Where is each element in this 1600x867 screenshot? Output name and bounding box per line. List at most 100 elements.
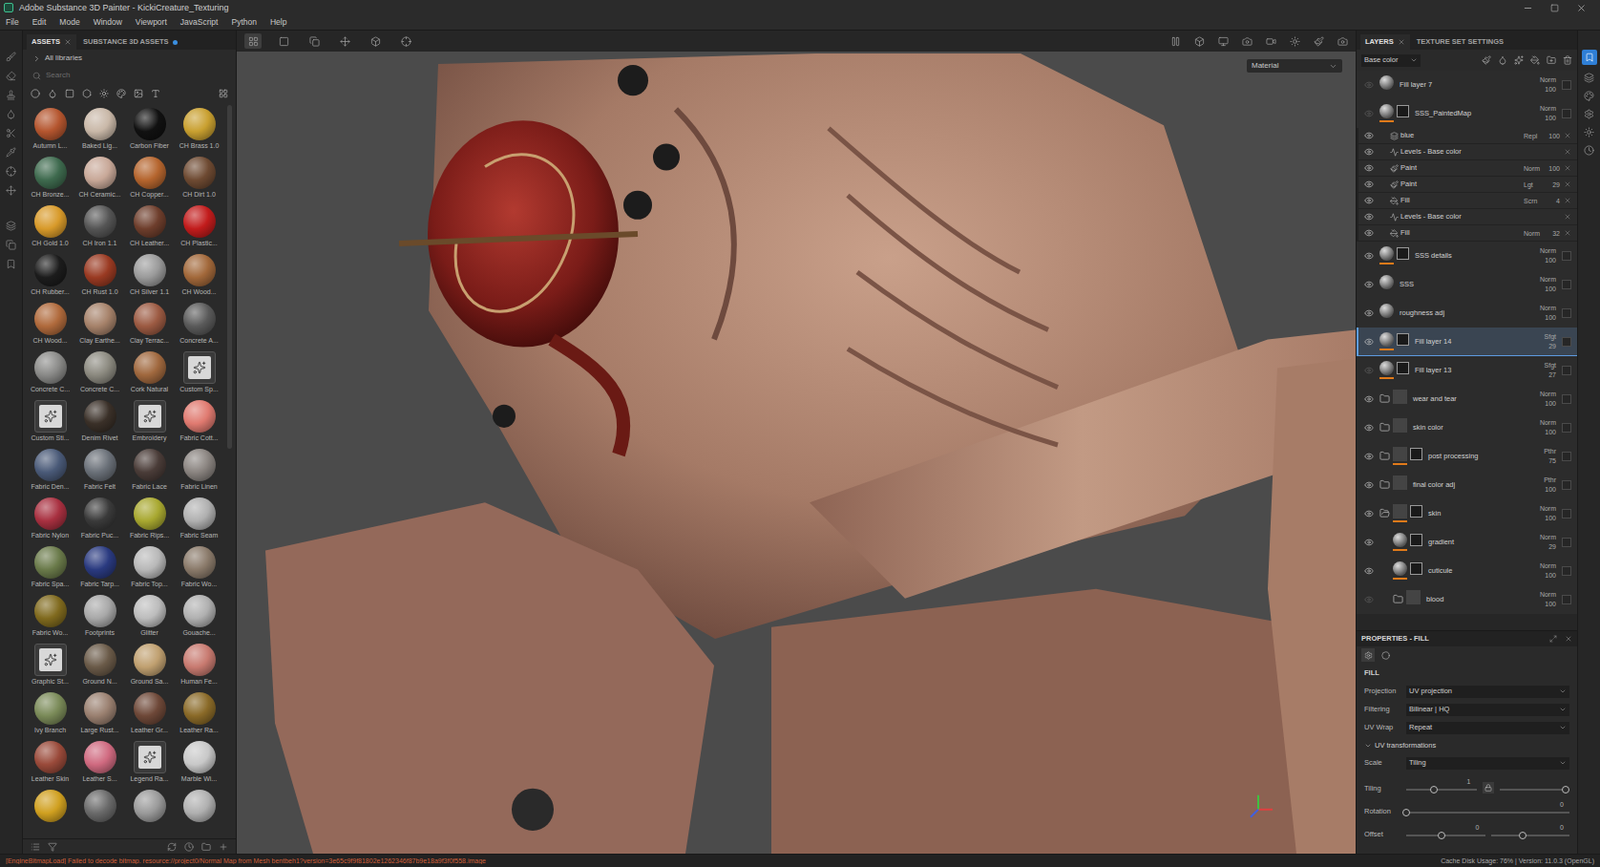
folder-icon[interactable] (1379, 421, 1390, 433)
asset-item[interactable]: CH Wood... (28, 299, 72, 349)
asset-item[interactable]: Fabric Seam (177, 494, 221, 544)
fill-icon[interactable] (1389, 229, 1399, 238)
asset-item[interactable]: Fabric Nylon (28, 494, 72, 544)
asset-item[interactable]: Fabric Lace (127, 445, 171, 495)
close-tab-icon[interactable] (1397, 38, 1406, 46)
layers-icon[interactable] (5, 220, 17, 232)
blend-opacity[interactable]: Norm100 (1527, 590, 1557, 608)
paint-mode-icon[interactable] (1313, 36, 1325, 47)
property-dropdown[interactable]: Bilinear | HQ (1406, 703, 1570, 716)
camera-icon[interactable] (1242, 36, 1253, 47)
layer-toggle-box[interactable] (1561, 451, 1572, 462)
copy-icon[interactable] (5, 239, 17, 251)
asset-item[interactable]: CH Brass 1.0 (177, 105, 221, 154)
render-mode-dropdown[interactable]: Material (1246, 59, 1343, 73)
layer-toggle-box[interactable] (1561, 365, 1572, 376)
grid-icon[interactable] (248, 36, 259, 47)
settings-tab-icon[interactable] (1364, 651, 1373, 660)
asset-item[interactable]: CH Copper... (127, 153, 171, 203)
asset-item[interactable]: Large Rust... (78, 689, 122, 738)
slider[interactable]: 0 (1406, 822, 1486, 840)
effect-row[interactable]: blueRepl100 (1356, 127, 1578, 145)
visibility-icon[interactable] (1364, 211, 1374, 222)
asset-item[interactable]: CH Ceramic... (78, 153, 122, 203)
remove-effect-icon[interactable] (1563, 196, 1572, 205)
clone-icon[interactable] (5, 166, 17, 177)
asset-item[interactable]: Fabric Top... (127, 543, 171, 592)
expand-panel-icon[interactable] (1549, 634, 1558, 643)
library-selector[interactable]: All libraries (22, 49, 236, 67)
asset-item[interactable]: Leather S... (78, 737, 122, 787)
slider-handle[interactable] (1437, 831, 1446, 840)
visibility-icon[interactable] (1364, 147, 1374, 157)
mask-thumbnail[interactable] (1410, 505, 1423, 518)
pause-icon[interactable] (1170, 36, 1181, 47)
asset-item[interactable]: Clay Terrac... (127, 299, 171, 349)
layer-row[interactable]: gradientNorm29 (1356, 527, 1578, 557)
mask-thumbnail[interactable] (1410, 447, 1423, 461)
asset-item[interactable]: Leather Skin (28, 737, 72, 787)
effect-row[interactable]: FillNorm32 (1356, 225, 1578, 242)
channel-dropdown[interactable]: Base color (1361, 54, 1421, 67)
visibility-icon[interactable] (1364, 308, 1374, 318)
paint-icon[interactable] (1389, 164, 1399, 173)
panel-tab[interactable]: SUBSTANCE 3D ASSETS (78, 34, 183, 50)
share-icon[interactable] (1584, 52, 1595, 63)
blend-opacity[interactable]: Norm100 (1527, 275, 1557, 293)
layer-row[interactable]: SSSNorm100 (1356, 270, 1578, 299)
smart-material-filter-icon[interactable] (47, 88, 58, 99)
asset-item[interactable]: Autumn L... (28, 105, 72, 154)
blend-opacity[interactable]: Sfgt29 (1527, 333, 1557, 350)
layer-row[interactable]: Fill layer 7Norm100 (1356, 70, 1578, 100)
environment-filter-icon[interactable] (99, 88, 109, 99)
layer-toggle-box[interactable] (1561, 422, 1572, 433)
symmetry-icon[interactable] (309, 36, 320, 47)
effect-row[interactable]: PaintNorm100 (1356, 160, 1578, 177)
maximize-icon[interactable] (1550, 3, 1559, 13)
blend-opacity[interactable]: Norm100 (1527, 247, 1557, 264)
visibility-icon[interactable] (1364, 228, 1374, 238)
asset-item[interactable]: Fabric Linen (177, 445, 221, 495)
dropdown-icon[interactable] (1410, 56, 1418, 64)
asset-item[interactable]: Fabric Puc... (78, 494, 122, 544)
asset-item[interactable]: CH Wood... (177, 251, 221, 300)
folder-icon[interactable] (1379, 450, 1390, 462)
material-filter-icon[interactable] (30, 88, 41, 99)
asset-item[interactable]: CH Rubber... (28, 251, 72, 300)
frame-icon[interactable] (278, 36, 290, 47)
history-icon[interactable] (184, 842, 194, 852)
layer-toggle-box[interactable] (1561, 251, 1572, 261)
visibility-icon[interactable] (1364, 451, 1374, 462)
asset-item[interactable]: Human Fe... (177, 640, 221, 690)
remove-effect-icon[interactable] (1563, 180, 1572, 189)
asset-item[interactable]: CH Rust 1.0 (78, 251, 122, 300)
asset-item[interactable]: Ivy Branch (28, 689, 72, 738)
layer-toggle-box[interactable] (1561, 279, 1572, 290)
menu-item[interactable]: File (5, 18, 20, 27)
blend-opacity[interactable]: Norm100 (1527, 562, 1557, 579)
remove-effect-icon[interactable] (1563, 131, 1572, 140)
layer-row[interactable]: post processingPthr75 (1356, 442, 1578, 471)
mask-filter-icon[interactable] (64, 88, 75, 99)
palette-icon[interactable] (1583, 90, 1595, 102)
asset-item[interactable] (127, 786, 171, 836)
mask-thumbnail[interactable] (1396, 361, 1410, 375)
mask-thumbnail[interactable] (1410, 562, 1423, 575)
layer-toggle-box[interactable] (1561, 308, 1572, 318)
material-tab-icon[interactable] (1381, 651, 1390, 660)
asset-item[interactable]: Ground Sa... (127, 640, 171, 690)
asset-item[interactable]: Fabric Cott... (177, 397, 221, 446)
blend-opacity[interactable]: Norm29 (1527, 533, 1557, 550)
procedural-filter-icon[interactable] (82, 88, 92, 99)
visibility-icon[interactable] (1364, 336, 1374, 347)
blend-opacity[interactable]: Pthr100 (1527, 476, 1557, 493)
asset-item[interactable]: Ground N... (78, 640, 122, 690)
blend-opacity[interactable]: Sfgt27 (1527, 361, 1557, 379)
asset-item[interactable]: Footprints (78, 591, 122, 641)
asset-item[interactable]: Graphic St... (28, 640, 72, 690)
asset-item[interactable]: Concrete A... (177, 299, 221, 349)
scrollbar[interactable] (227, 103, 232, 839)
layer-toggle-box[interactable] (1561, 508, 1572, 519)
slider-handle[interactable] (1561, 785, 1570, 794)
visibility-icon[interactable] (1364, 279, 1374, 290)
